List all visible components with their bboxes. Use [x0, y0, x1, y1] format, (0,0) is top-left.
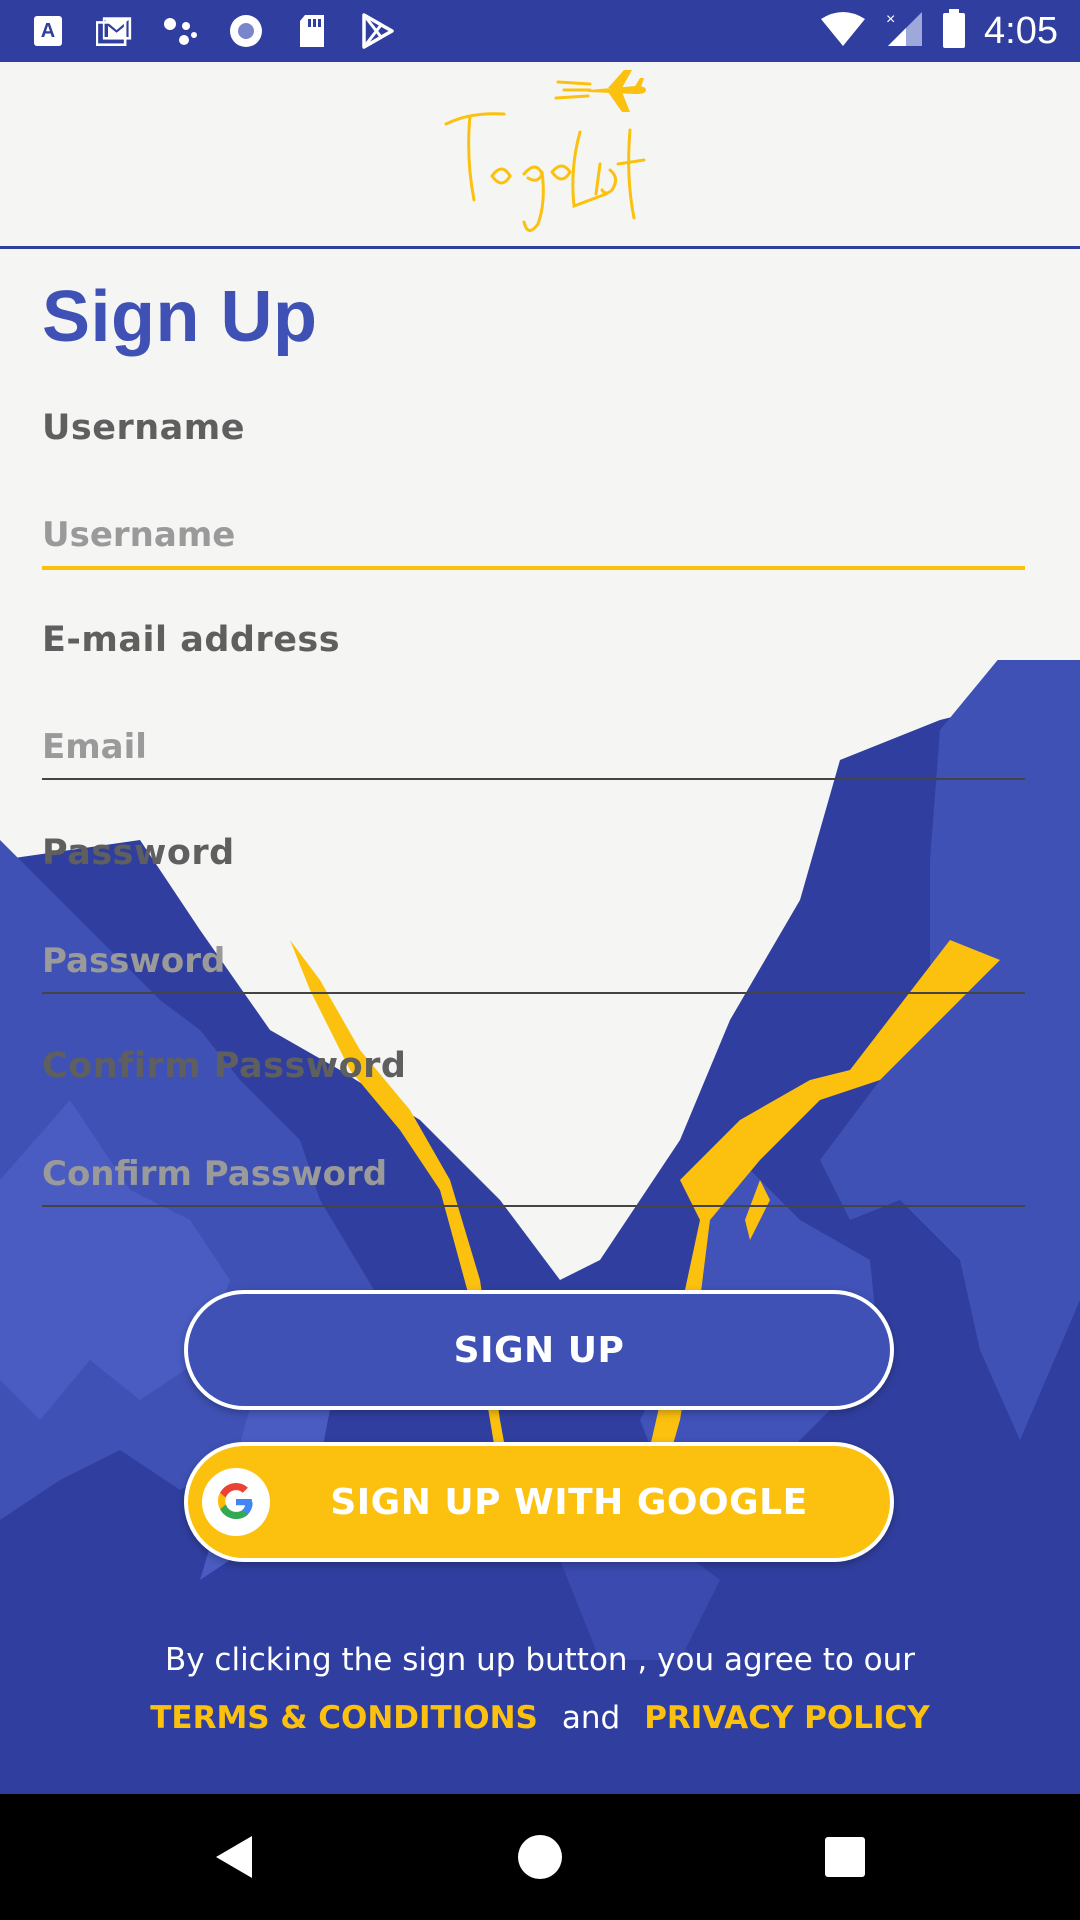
status-bar-system: × 4:05 — [820, 8, 1058, 54]
back-icon[interactable] — [208, 1830, 262, 1884]
and-text: and — [561, 1700, 621, 1736]
agreement-text: By clicking the sign up button , you agr… — [164, 1642, 916, 1678]
app-bar — [0, 62, 1080, 249]
navigation-bar — [0, 1794, 1080, 1920]
signal-icon: × — [884, 10, 924, 52]
page-title: Sign Up — [42, 277, 318, 357]
confirm-password-label: Confirm Password — [42, 1046, 407, 1086]
email-input[interactable] — [42, 716, 1025, 780]
privacy-policy-link[interactable]: PRIVACY POLICY — [644, 1700, 930, 1736]
app-logo — [440, 68, 650, 238]
status-clock: 4:05 — [984, 9, 1058, 52]
confirm-password-input[interactable] — [42, 1143, 1025, 1207]
sign-up-button[interactable]: SIGN UP — [184, 1290, 894, 1410]
play-store-icon — [360, 13, 396, 49]
username-input[interactable] — [42, 504, 1025, 570]
sd-card-icon — [294, 13, 330, 49]
password-input[interactable] — [42, 930, 1025, 994]
svg-text:×: × — [886, 11, 895, 28]
status-bar-notifications: A — [30, 12, 396, 50]
password-label: Password — [42, 833, 235, 873]
mountain-background — [0, 560, 1080, 1795]
terms-link[interactable]: TERMS & CONDITIONS — [150, 1700, 538, 1736]
status-bar: A × 4:05 — [0, 0, 1080, 62]
gmail-icon — [96, 13, 132, 49]
circle-app-icon — [228, 13, 264, 49]
assistant-icon — [162, 13, 198, 49]
a-notification-icon: A — [30, 13, 66, 49]
recents-icon[interactable] — [818, 1830, 872, 1884]
sign-up-button-label: SIGN UP — [453, 1329, 625, 1371]
svg-text:A: A — [41, 20, 55, 42]
home-icon[interactable] — [513, 1830, 567, 1884]
email-label: E-mail address — [42, 620, 341, 660]
battery-icon — [942, 9, 966, 53]
sign-up-with-google-label: SIGN UP WITH GOOGLE — [330, 1481, 808, 1523]
wifi-icon — [820, 11, 866, 51]
google-icon — [202, 1468, 270, 1536]
sign-up-with-google-button[interactable]: SIGN UP WITH GOOGLE — [184, 1442, 894, 1562]
legal-links: TERMS & CONDITIONS and PRIVACY POLICY — [0, 1700, 1080, 1736]
username-label: Username — [42, 408, 245, 448]
